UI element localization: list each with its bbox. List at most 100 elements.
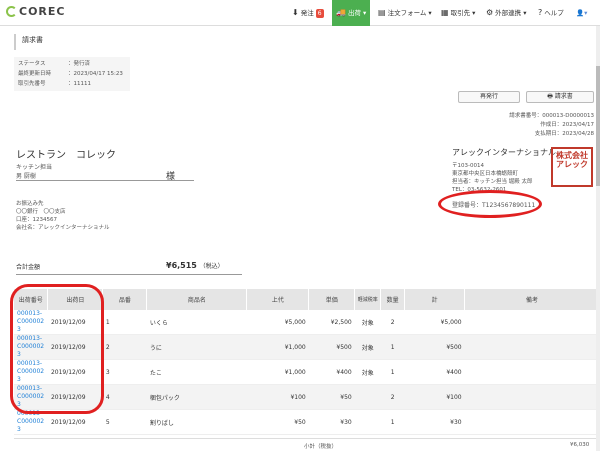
col-unit-price: 単価 xyxy=(308,289,356,310)
nav-shipping[interactable]: 🚚 出荷 ▾ xyxy=(332,0,371,26)
client-number-value: 11111 xyxy=(73,81,92,87)
created-date: 作成日：2023/04/17 xyxy=(540,122,594,128)
form-icon: ▤ xyxy=(378,8,386,17)
col-item-name: 商品名 xyxy=(146,289,248,310)
total-value: ¥6,515 xyxy=(166,261,197,270)
status-panel: ステータス ：発行済 最終更新日時 ：2023/04/17 15:23 取引先番号：… xyxy=(14,57,130,91)
seal-text: 株式会社アレック xyxy=(556,151,588,169)
nav-help-label: ヘルプ xyxy=(544,9,564,17)
top-navigation-bar: COREC ⬇ 発注 6 🚚 出荷 ▾ ▤ 注文フォーム ▾ ▦ 取引先 ▾ ⚙ 外部連携 … xyxy=(0,0,600,26)
item-name: 梱包パック xyxy=(146,384,247,410)
item-number: 5 xyxy=(102,409,147,435)
subtotal-value: ¥6,030 xyxy=(570,442,590,448)
item-name: うに xyxy=(146,334,247,360)
bank-heading: お振込み先 xyxy=(16,201,44,207)
col-item-no: 品番 xyxy=(102,289,148,310)
nav-clients[interactable]: ▦ 取引先 ▾ xyxy=(437,0,479,26)
bank-branch: 〇〇銀行 〇〇支店 xyxy=(16,209,66,215)
order-count-badge: 6 xyxy=(315,9,324,18)
list-price: ¥100 xyxy=(246,384,309,410)
nav-order-form-label: 注文フォーム ▾ xyxy=(387,9,432,17)
item-number: 3 xyxy=(102,359,147,385)
line-total: ¥500 xyxy=(404,334,465,360)
col-total: 計 xyxy=(404,289,466,310)
note xyxy=(464,384,600,410)
status-key: ステータス xyxy=(18,61,46,67)
nav-clients-label: 取引先 ▾ xyxy=(450,9,476,17)
note xyxy=(464,359,600,385)
logo-text: COREC xyxy=(19,5,66,18)
bank-info: お振込み先 〇〇銀行 〇〇支店 口座：1234567 会社名：アレックインターナ… xyxy=(16,200,110,232)
line-total: ¥100 xyxy=(404,384,465,410)
item-number: 1 xyxy=(102,310,147,335)
updated-key: 最終更新日時 xyxy=(18,71,52,77)
nav-order[interactable]: ⬇ 発注 6 xyxy=(288,0,328,26)
unit-price: ¥50 xyxy=(308,384,355,410)
due-date: 支払期日：2023/04/28 xyxy=(534,131,594,137)
quantity: 1 xyxy=(380,359,405,385)
item-name: たこ xyxy=(146,359,247,385)
quantity: 2 xyxy=(380,384,405,410)
user-avatar-icon: 👤▾ xyxy=(576,9,588,17)
nav-order-form[interactable]: ▤ 注文フォーム ▾ xyxy=(374,0,436,26)
corec-logo[interactable]: COREC xyxy=(6,5,65,18)
note xyxy=(464,334,600,360)
reduced-tax xyxy=(354,384,381,410)
list-price: ¥5,000 xyxy=(246,310,309,335)
reissue-label: 再発行 xyxy=(479,93,498,100)
unit-price: ¥2,500 xyxy=(308,310,355,335)
nav-integration-label: 外部連携 ▾ xyxy=(495,9,527,17)
total-amount: ¥6,515 （税込） xyxy=(166,261,224,270)
client-number-key: 取引先番号 xyxy=(18,81,46,87)
nav-integration[interactable]: ⚙ 外部連携 ▾ xyxy=(482,0,531,26)
note xyxy=(464,409,600,435)
reduced-tax: 対象 xyxy=(354,359,381,385)
line-total: ¥5,000 xyxy=(404,310,465,335)
customer-dept: キッチン担当 xyxy=(16,164,53,171)
reduced-tax xyxy=(354,409,381,435)
nav-help[interactable]: ? ヘルプ xyxy=(534,0,568,26)
item-number: 2 xyxy=(102,334,147,360)
user-menu[interactable]: 👤▾ xyxy=(572,0,591,26)
invoice-print-label: 請求書 xyxy=(554,93,573,100)
document-meta: 請求書番号：000013-D0000013 作成日：2023/04/17 支払期… xyxy=(509,112,594,139)
company-seal: 株式会社アレック xyxy=(551,147,593,187)
scrollbar-thumb[interactable] xyxy=(596,66,600,186)
total-label: 合計金額 xyxy=(16,264,41,271)
list-price: ¥50 xyxy=(246,409,309,435)
invoice-number: 請求書番号：000013-D0000013 xyxy=(509,113,594,119)
page-scrollbar[interactable] xyxy=(596,26,600,451)
list-price: ¥1,000 xyxy=(246,334,309,360)
order-icon: ⬇ xyxy=(292,8,299,17)
updated-value: 2023/04/17 15:23 xyxy=(73,71,123,77)
item-name: いくら xyxy=(146,310,247,335)
subtotal-row: 小計（税抜） ¥6,030 xyxy=(14,438,600,451)
reduced-tax: 対象 xyxy=(354,334,381,360)
unit-price: ¥500 xyxy=(308,334,355,360)
status-row: ステータス ：発行済 xyxy=(18,61,91,67)
issuer-contact: 担当者：キッチン担当 堀殿 太郎 xyxy=(452,179,533,185)
reissue-button[interactable]: 再発行 xyxy=(458,91,520,103)
unit-price: ¥30 xyxy=(308,409,355,435)
page-title-text: 請求書 xyxy=(22,36,43,44)
line-total: ¥400 xyxy=(404,359,465,385)
item-number: 4 xyxy=(102,384,147,410)
bank-account: 口座：1234567 xyxy=(16,217,57,223)
reduced-tax: 対象 xyxy=(354,310,381,335)
invoice-print-button[interactable]: 🖶 請求書 xyxy=(526,91,594,103)
line-total: ¥30 xyxy=(404,409,465,435)
col-reduced-tax: 軽減税率 xyxy=(354,289,382,310)
bank-company: 会社名：アレックインターナショナル xyxy=(16,225,110,231)
issuer-company: アレックインターナショナル xyxy=(452,148,556,157)
page-title: 請求書 xyxy=(14,34,594,50)
item-name: 割りばし xyxy=(146,409,247,435)
clients-icon: ▦ xyxy=(441,8,449,17)
help-icon: ? xyxy=(538,8,543,17)
truck-icon: 🚚 xyxy=(336,8,346,17)
note xyxy=(464,310,600,335)
updated-row: 最終更新日時 ：2023/04/17 15:23 xyxy=(18,71,123,77)
table-row: 000013-C0000023 2019/12/09 5 割りばし ¥50 ¥3… xyxy=(14,409,600,435)
unit-price: ¥400 xyxy=(308,359,355,385)
status-value: 発行済 xyxy=(73,61,91,67)
customer-person: 男 厨樹 xyxy=(16,173,36,180)
